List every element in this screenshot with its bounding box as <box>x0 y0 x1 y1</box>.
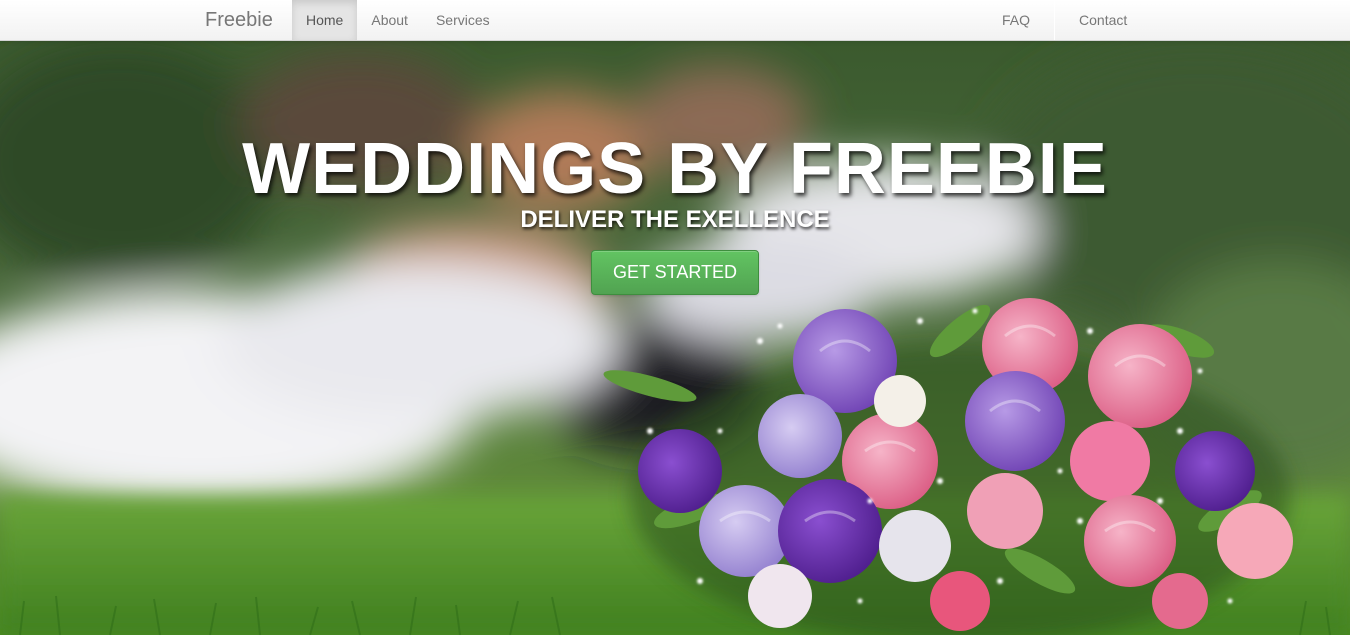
nav-main-links: Home About Services <box>292 0 504 40</box>
get-started-button[interactable]: GET STARTED <box>591 250 759 295</box>
hero-title: WEDDINGS BY FREEBIE <box>242 129 1108 209</box>
hero-section: WEDDINGS BY FREEBIE DELIVER THE EXELLENC… <box>0 41 1350 635</box>
nav-item-faq[interactable]: FAQ <box>986 0 1046 40</box>
nav-item-about[interactable]: About <box>357 0 422 40</box>
hero-subtitle: DELIVER THE EXELLENCE <box>520 206 830 233</box>
nav-item-services[interactable]: Services <box>422 0 504 40</box>
nav-item-home[interactable]: Home <box>292 0 358 40</box>
nav-divider <box>1054 0 1056 40</box>
nav-secondary-links: FAQ Contact <box>986 0 1143 40</box>
brand-logo[interactable]: Freebie <box>205 9 273 32</box>
top-navbar: Freebie Home About Services FAQ Contact <box>0 0 1350 41</box>
nav-item-contact[interactable]: Contact <box>1063 0 1143 40</box>
